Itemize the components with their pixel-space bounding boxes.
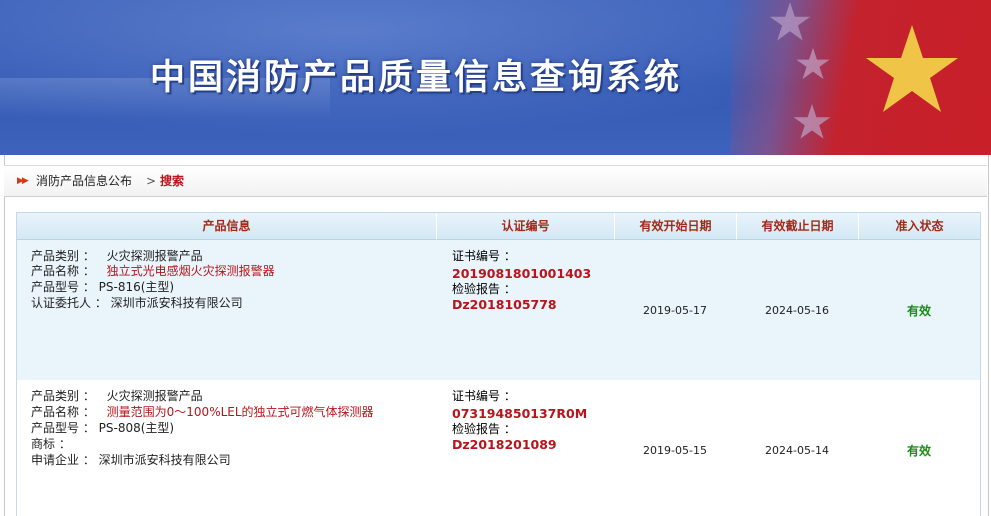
- breadcrumb: ▶▶ 消防产品信息公布 > 搜索: [4, 165, 987, 197]
- product-trademark: 商标 ：: [31, 437, 71, 451]
- product-name: 产品名称 ： 独立式光电感烟火灾探测报警器: [31, 264, 275, 278]
- column-header-end-date: 有效截止日期: [737, 213, 859, 240]
- header-banner: 中国消防产品质量信息查询系统: [0, 0, 991, 155]
- end-date: 2024-05-14: [765, 444, 829, 457]
- product-applicant: 申请企业 ： 深圳市派安科技有限公司: [31, 453, 231, 467]
- product-name-link[interactable]: 测量范围为0～100%LEL的独立式可燃气体探测器: [107, 405, 374, 419]
- cert-number[interactable]: 2019081801001403: [452, 266, 591, 281]
- breadcrumb-separator: >: [146, 174, 157, 188]
- product-category: 产品类别 ： 火灾探测报警产品: [31, 249, 203, 263]
- column-header-start-date: 有效开始日期: [615, 213, 737, 240]
- cert-label: 证书编号 ：: [452, 249, 516, 263]
- product-name-link[interactable]: 独立式光电感烟火灾探测报警器: [107, 264, 275, 278]
- product-category: 产品类别 ： 火灾探测报警产品: [31, 389, 203, 403]
- start-date: 2019-05-15: [643, 444, 707, 457]
- results-table: 产品信息 认证编号 有效开始日期 有效截止日期 准入状态 产品类别 ： 火灾探测…: [16, 212, 981, 516]
- status-badge: 有效: [906, 444, 931, 458]
- table-row: 产品类别 ： 火灾探测报警产品 产品名称 ： 测量范围为0～100%LEL的独立…: [17, 380, 980, 516]
- double-right-arrow-icon: ▶▶: [17, 176, 29, 186]
- report-label: 检验报告 ：: [452, 282, 516, 296]
- breadcrumb-current: 搜索: [160, 174, 185, 188]
- report-number[interactable]: Dz2018201089: [452, 437, 557, 452]
- product-model: 产品型号 ： PS-808(主型): [31, 421, 175, 435]
- start-date: 2019-05-17: [643, 304, 707, 317]
- product-name: 产品名称 ： 测量范围为0～100%LEL的独立式可燃气体探测器: [31, 405, 374, 419]
- breadcrumb-home-link[interactable]: 消防产品信息公布: [36, 166, 132, 196]
- site-title: 中国消防产品质量信息查询系统: [150, 58, 683, 98]
- end-date: 2024-05-16: [765, 304, 829, 317]
- star-icon: [866, 25, 958, 112]
- product-model: 产品型号 ： PS-816(主型): [31, 280, 175, 294]
- column-header-status: 准入状态: [859, 213, 980, 240]
- report-label: 检验报告 ：: [452, 422, 516, 436]
- report-number[interactable]: Dz2018105778: [452, 297, 557, 312]
- star-icon: [769, 2, 811, 41]
- table-row: 产品类别 ： 火灾探测报警产品 产品名称 ： 独立式光电感烟火灾探测报警器 产品…: [17, 240, 980, 380]
- column-header-product-info: 产品信息: [17, 213, 437, 240]
- cert-label: 证书编号 ：: [452, 389, 516, 403]
- star-icon: [793, 104, 831, 139]
- cert-number[interactable]: 073194850137R0M: [452, 406, 587, 421]
- status-badge: 有效: [906, 304, 931, 318]
- product-entrusting-party: 认证委托人 ： 深圳市派安科技有限公司: [31, 296, 243, 310]
- column-header-cert-no: 认证编号: [437, 213, 615, 240]
- star-icon: [796, 47, 830, 80]
- page: 中国消防产品质量信息查询系统 ▶▶ 消防产品信息公布 > 搜索 产品信息 认证编…: [0, 0, 991, 516]
